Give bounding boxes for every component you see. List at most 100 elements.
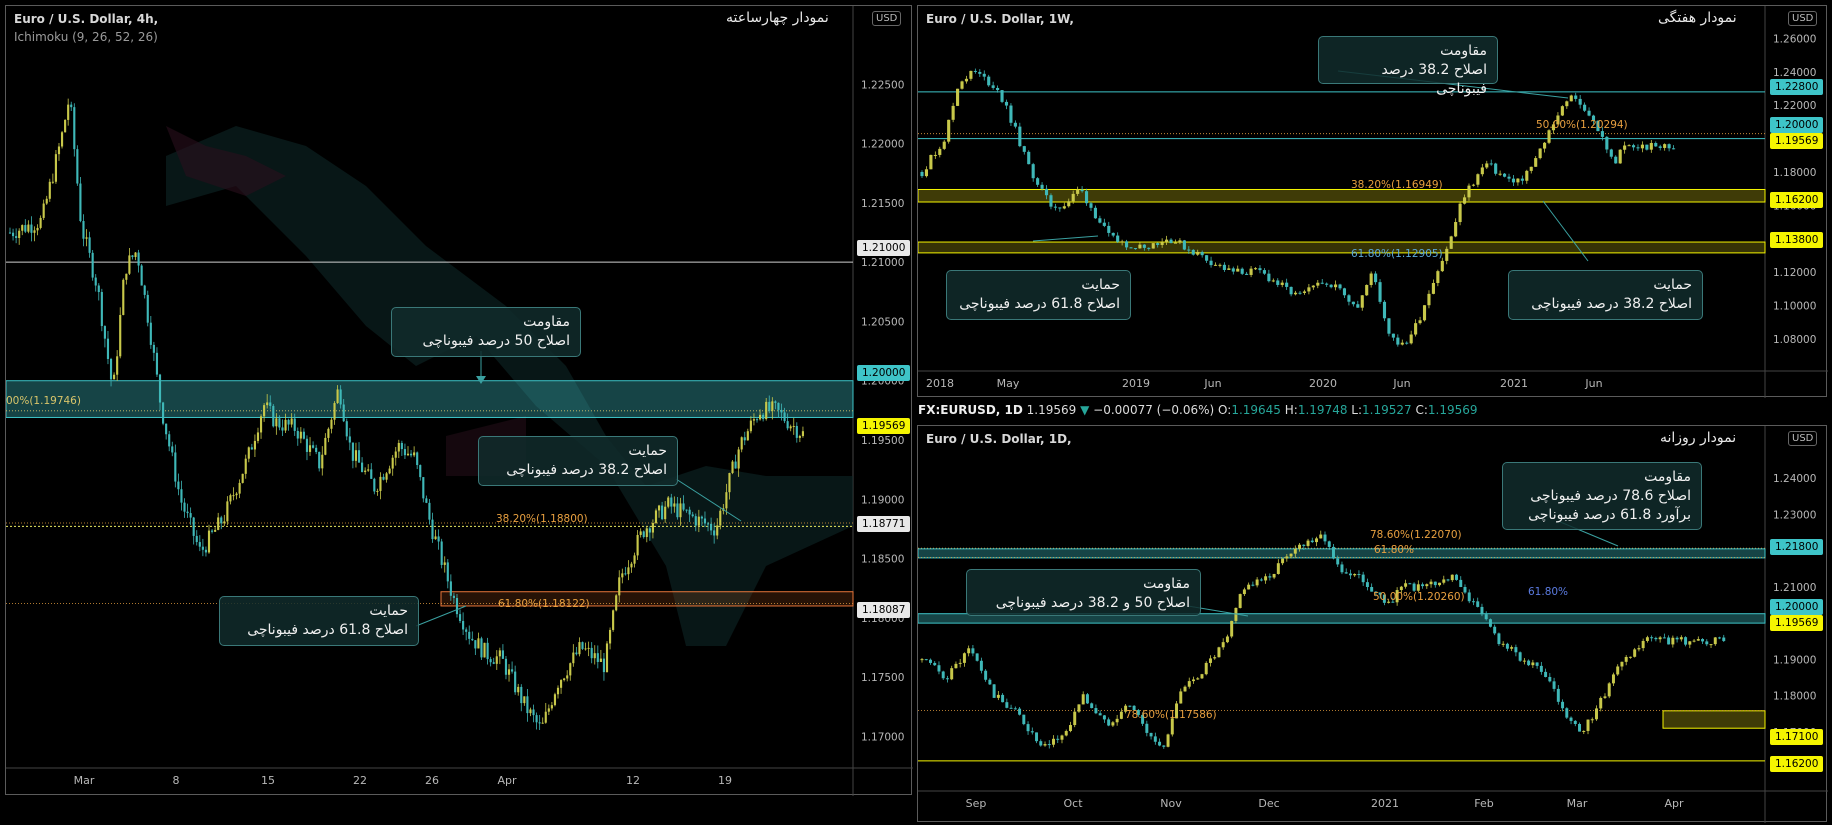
candle-body bbox=[446, 562, 449, 582]
candle-body bbox=[621, 573, 624, 578]
candle-body bbox=[128, 255, 131, 274]
candle-body bbox=[1221, 642, 1225, 648]
candle-body bbox=[1667, 144, 1671, 149]
candle-body bbox=[443, 562, 446, 565]
candle-body bbox=[165, 423, 168, 435]
candle-body bbox=[1476, 601, 1480, 607]
candle-body bbox=[45, 198, 48, 204]
candle-body bbox=[339, 389, 342, 405]
candle-body bbox=[1587, 110, 1591, 116]
candle-body bbox=[578, 642, 581, 655]
candle-body bbox=[223, 521, 226, 524]
candle-body bbox=[933, 154, 937, 156]
y-tick-label: 1.21000 bbox=[1773, 582, 1816, 594]
candle-body bbox=[759, 414, 762, 420]
candle-body bbox=[1425, 584, 1429, 587]
candle-body bbox=[143, 285, 146, 295]
price-label: 1.19569 bbox=[1770, 133, 1824, 149]
candle-body bbox=[612, 610, 615, 630]
candle-body bbox=[1302, 291, 1307, 293]
candle-body bbox=[256, 432, 260, 441]
candle-body bbox=[425, 498, 428, 503]
price-label: 1.22800 bbox=[1770, 79, 1824, 95]
candle-body bbox=[1458, 203, 1462, 223]
candle-body bbox=[293, 418, 296, 431]
currency-button[interactable]: USD bbox=[1788, 11, 1818, 26]
candle-body bbox=[734, 461, 737, 469]
candle-body bbox=[706, 523, 710, 525]
candle-body bbox=[1654, 637, 1658, 640]
candle-body bbox=[152, 344, 155, 353]
candle-body bbox=[1459, 579, 1463, 587]
candle-body bbox=[1272, 573, 1276, 578]
x-tick-label: 19 bbox=[718, 774, 732, 787]
candle-body bbox=[1590, 719, 1594, 721]
candle-body bbox=[287, 419, 290, 425]
x-tick-label: 26 bbox=[425, 774, 439, 787]
candle-body bbox=[1204, 662, 1208, 675]
candle-body bbox=[1060, 735, 1064, 740]
x-tick-label: 8 bbox=[173, 774, 180, 787]
candle-body bbox=[1614, 156, 1618, 164]
candle-body bbox=[1158, 741, 1162, 746]
fib-label: 61.80% bbox=[1374, 544, 1415, 556]
y-tick-label: 1.20500 bbox=[861, 316, 904, 328]
candle-body bbox=[798, 436, 801, 438]
candle-body bbox=[1285, 282, 1289, 287]
candle-body bbox=[1418, 320, 1422, 324]
candle-body bbox=[1182, 240, 1186, 250]
candle-body bbox=[1609, 149, 1613, 157]
candle-body bbox=[1637, 648, 1641, 650]
candle-body bbox=[1165, 239, 1169, 243]
panel-title: نمودار هفتگی bbox=[1658, 10, 1737, 26]
chart-panel-weekly: 1.260001.240001.220001.200001.180001.160… bbox=[917, 5, 1828, 398]
annotation-resistance: مقاومت اصلاح 50 درصد فیبوناچی bbox=[391, 307, 581, 357]
candle-body bbox=[971, 648, 975, 654]
candle-body bbox=[437, 536, 440, 542]
y-tick-label: 1.19500 bbox=[861, 435, 904, 447]
candle-body bbox=[15, 236, 18, 238]
candle-body bbox=[79, 183, 82, 222]
candle-body bbox=[1116, 235, 1120, 242]
candle-body bbox=[1293, 292, 1298, 295]
annotation-title: حمایت bbox=[1653, 277, 1692, 293]
currency-button[interactable]: USD bbox=[872, 11, 902, 26]
candle-body bbox=[593, 653, 596, 659]
candle-body bbox=[1438, 582, 1442, 586]
price-label: 1.19569 bbox=[857, 418, 911, 434]
chart-canvas-4h[interactable]: 1.22500 1.22000 1.21500 1.21000 1.20500 1.200… bbox=[6, 6, 913, 796]
candle-body bbox=[91, 252, 94, 278]
candle-body bbox=[416, 452, 419, 466]
candle-body bbox=[1467, 185, 1471, 198]
candle-body bbox=[1187, 681, 1191, 687]
candle-body bbox=[1722, 637, 1726, 641]
candle-body bbox=[605, 643, 609, 673]
candle-body bbox=[1071, 193, 1075, 202]
chart-symbol-title: Euro / U.S. Dollar, 4h, bbox=[14, 12, 159, 26]
candle-body bbox=[177, 481, 180, 490]
annotation-support-618: حمایت اصلاح 61.8 درصد فیبوناچی bbox=[946, 270, 1131, 320]
candle-body bbox=[697, 516, 700, 526]
candle-body bbox=[749, 420, 752, 432]
annotation-support-382: حمایت اصلاح 38.2 درصد فیبوناچی bbox=[1508, 270, 1703, 320]
x-tick-label: 15 bbox=[261, 774, 275, 787]
ichimoku-indicator-label[interactable]: Ichimoku (9, 26, 52, 26) bbox=[14, 30, 158, 44]
currency-button[interactable]: USD bbox=[1788, 431, 1818, 446]
candle-body bbox=[336, 389, 339, 404]
candle-body bbox=[1231, 268, 1235, 272]
candle-body bbox=[308, 445, 312, 452]
fib-label: 50.00%(1.20294) bbox=[1536, 119, 1628, 131]
candle-body bbox=[590, 647, 593, 659]
candle-body bbox=[1347, 295, 1351, 302]
candle-body bbox=[1511, 178, 1516, 183]
candle-body bbox=[397, 442, 400, 452]
candle-body bbox=[1044, 188, 1049, 196]
candle-body bbox=[1334, 284, 1338, 288]
chart-symbol-title: Euro / U.S. Dollar, 1W, bbox=[926, 12, 1074, 26]
candle-body bbox=[373, 478, 376, 492]
candle-body bbox=[1449, 236, 1453, 249]
candle-body bbox=[1125, 241, 1129, 248]
ticker-symbol[interactable]: FX:EURUSD, 1D bbox=[918, 403, 1023, 417]
candle-body bbox=[924, 169, 929, 177]
annotation-text: اصلاح 50 درصد فیبوناچی bbox=[422, 333, 570, 349]
